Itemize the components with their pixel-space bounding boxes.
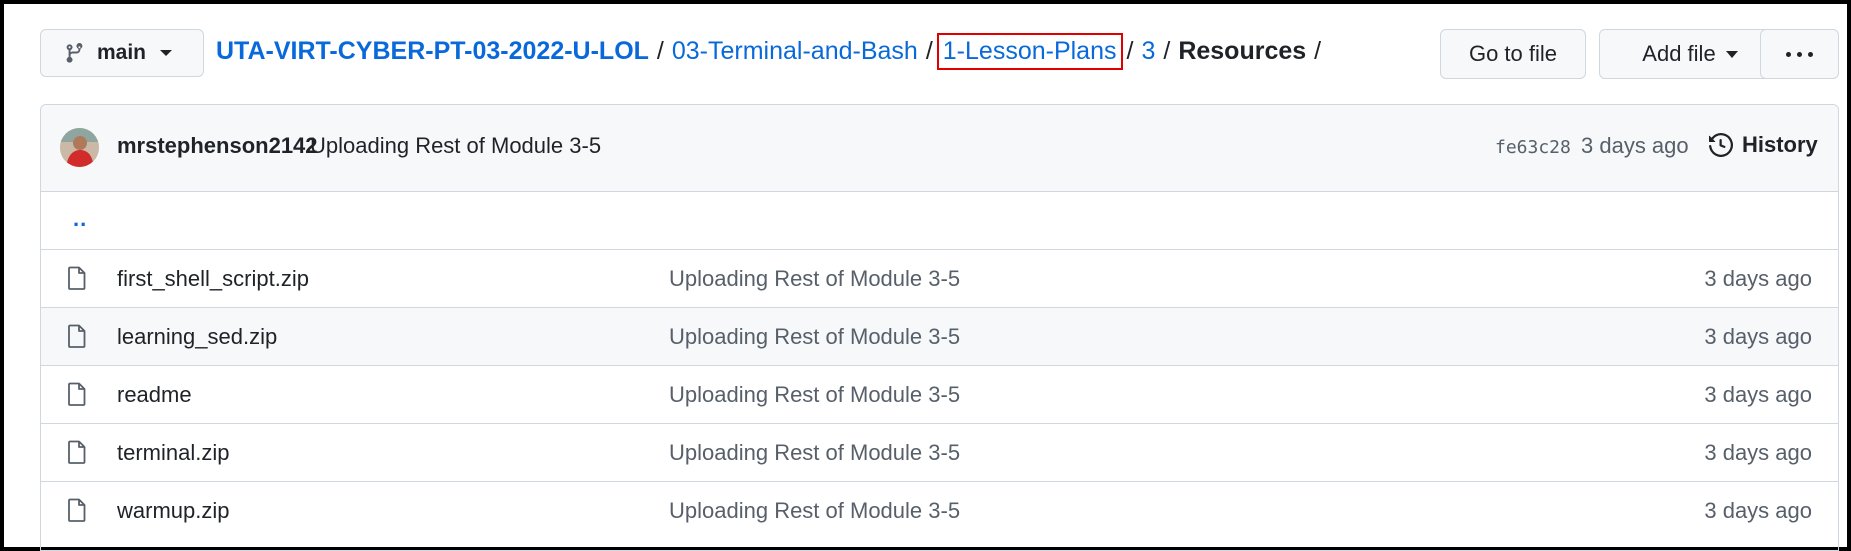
history-label: History xyxy=(1742,132,1818,157)
breadcrumb-separator: / xyxy=(925,37,933,65)
parent-directory-link[interactable]: .. xyxy=(73,206,87,232)
file-age: 3 days ago xyxy=(1704,498,1812,523)
latest-commit-bar: mrstephenson2142 Uploading Rest of Modul… xyxy=(41,105,1838,192)
add-file-label: Add file xyxy=(1642,41,1716,66)
chevron-down-icon xyxy=(160,50,173,56)
breadcrumb-repo-link[interactable]: UTA-VIRT-CYBER-PT-03-2022-U-LOL xyxy=(216,37,649,66)
file-name-link[interactable]: warmup.zip xyxy=(117,498,229,524)
file-icon xyxy=(67,266,87,290)
breadcrumb-separator: / xyxy=(656,37,664,65)
breadcrumb-link-lesson-plans[interactable]: 1-Lesson-Plans xyxy=(936,33,1123,70)
chevron-down-icon xyxy=(1725,50,1738,58)
branch-name: main xyxy=(97,41,147,64)
commit-author-link[interactable]: mrstephenson2142 xyxy=(117,133,318,159)
file-age: 3 days ago xyxy=(1704,440,1812,465)
go-to-file-button[interactable]: Go to file xyxy=(1440,29,1586,79)
add-file-button[interactable]: Add file xyxy=(1599,29,1781,79)
file-listing: mrstephenson2142 Uploading Rest of Modul… xyxy=(40,104,1839,551)
file-name-link[interactable]: readme xyxy=(117,382,192,408)
table-row: first_shell_script.zip Uploading Rest of… xyxy=(41,250,1838,308)
file-age: 3 days ago xyxy=(1704,324,1812,349)
file-commit-message-link[interactable]: Uploading Rest of Module 3-5 xyxy=(669,498,960,524)
table-row: readme Uploading Rest of Module 3-5 3 da… xyxy=(41,366,1838,424)
file-age: 3 days ago xyxy=(1704,382,1812,407)
file-commit-message-link[interactable]: Uploading Rest of Module 3-5 xyxy=(669,382,960,408)
table-row: terminal.zip Uploading Rest of Module 3-… xyxy=(41,424,1838,482)
table-row: learning_sed.zip Uploading Rest of Modul… xyxy=(41,308,1838,366)
kebab-horizontal-icon xyxy=(1786,51,1813,57)
file-icon xyxy=(67,382,87,406)
commit-sha-link[interactable]: fe63c28 xyxy=(1495,137,1571,158)
file-commit-message-link[interactable]: Uploading Rest of Module 3-5 xyxy=(669,440,960,466)
file-icon xyxy=(67,324,87,348)
file-name-link[interactable]: terminal.zip xyxy=(117,440,229,466)
breadcrumb-separator: / xyxy=(1314,37,1322,65)
git-branch-icon xyxy=(64,42,85,64)
table-row: warmup.zip Uploading Rest of Module 3-5 … xyxy=(41,482,1838,539)
branch-selector-button[interactable]: main xyxy=(40,29,204,77)
avatar[interactable] xyxy=(60,128,99,167)
history-clock-icon xyxy=(1709,133,1733,157)
breadcrumb: UTA-VIRT-CYBER-PT-03-2022-U-LOL / 03-Ter… xyxy=(216,33,1329,70)
file-age: 3 days ago xyxy=(1704,266,1812,291)
breadcrumb-separator: / xyxy=(1126,37,1134,65)
file-icon xyxy=(67,440,87,464)
file-icon xyxy=(67,498,87,522)
file-name-link[interactable]: learning_sed.zip xyxy=(117,324,277,350)
breadcrumb-current: Resources xyxy=(1178,37,1307,65)
go-to-file-label: Go to file xyxy=(1468,41,1558,66)
file-commit-message-link[interactable]: Uploading Rest of Module 3-5 xyxy=(669,266,960,292)
breadcrumb-separator: / xyxy=(1163,37,1171,65)
more-options-button[interactable] xyxy=(1760,29,1839,79)
history-link[interactable]: History xyxy=(1709,132,1818,158)
file-commit-message-link[interactable]: Uploading Rest of Module 3-5 xyxy=(669,324,960,350)
commit-message[interactable]: Uploading Rest of Module 3-5 xyxy=(310,133,601,159)
breadcrumb-link-3[interactable]: 3 xyxy=(1141,37,1155,66)
parent-directory-row: .. xyxy=(41,192,1838,250)
screenshot-frame: main UTA-VIRT-CYBER-PT-03-2022-U-LOL / 0… xyxy=(0,0,1851,551)
file-name-link[interactable]: first_shell_script.zip xyxy=(117,266,309,292)
breadcrumb-link-terminal-and-bash[interactable]: 03-Terminal-and-Bash xyxy=(672,37,918,66)
commit-time: 3 days ago xyxy=(1581,133,1689,158)
